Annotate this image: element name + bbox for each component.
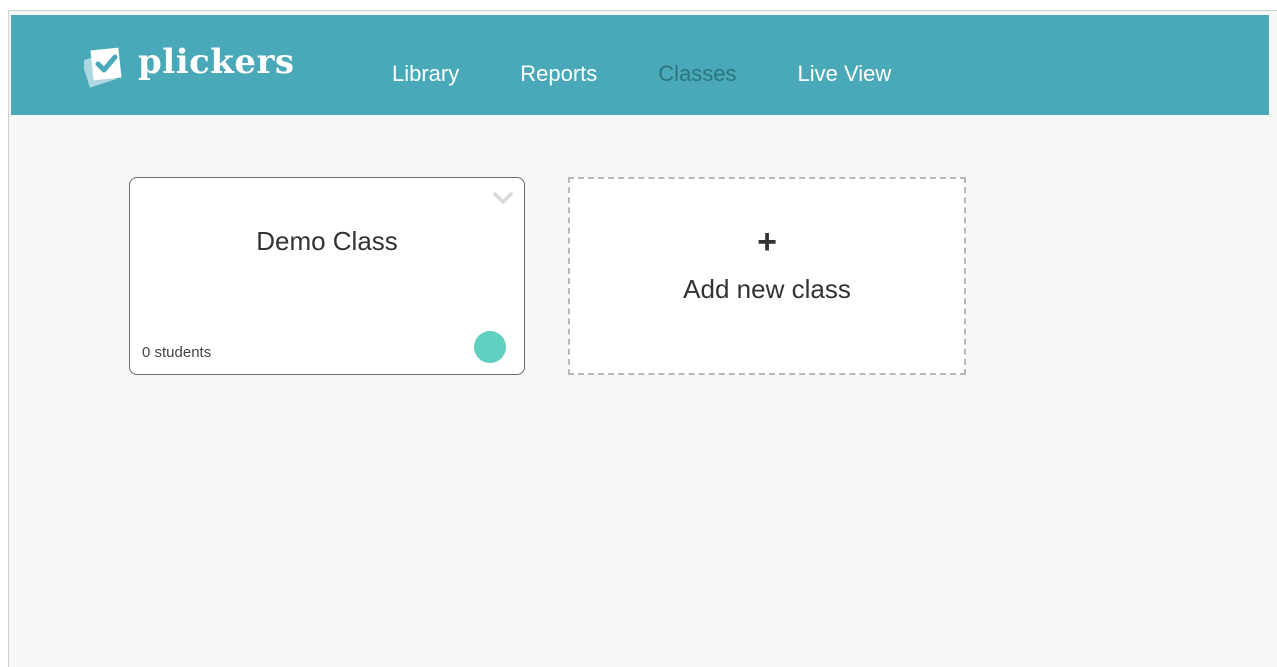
class-name: Demo Class [256,226,398,256]
add-new-class-label: Add new class [683,274,851,304]
class-color-dot [474,331,506,363]
top-navigation-bar: plickers Library Reports Classes Live Vi… [11,15,1269,115]
add-new-class-button[interactable]: + Add new class [568,177,966,375]
main-nav: Library Reports Classes Live View [392,63,952,85]
nav-library[interactable]: Library [392,63,459,85]
class-card-demo-class[interactable]: Demo Class 0 students [129,177,525,375]
plickers-logo[interactable]: plickers [84,44,295,88]
nav-classes[interactable]: Classes [658,63,736,85]
nav-reports[interactable]: Reports [520,63,597,85]
student-count: 0 students [142,344,212,361]
logo-card-icon [84,47,122,88]
plus-icon: + [757,223,777,261]
nav-live-view[interactable]: Live View [798,63,892,85]
brand-name: plickers [138,42,295,82]
chevron-down-icon[interactable] [493,191,513,205]
